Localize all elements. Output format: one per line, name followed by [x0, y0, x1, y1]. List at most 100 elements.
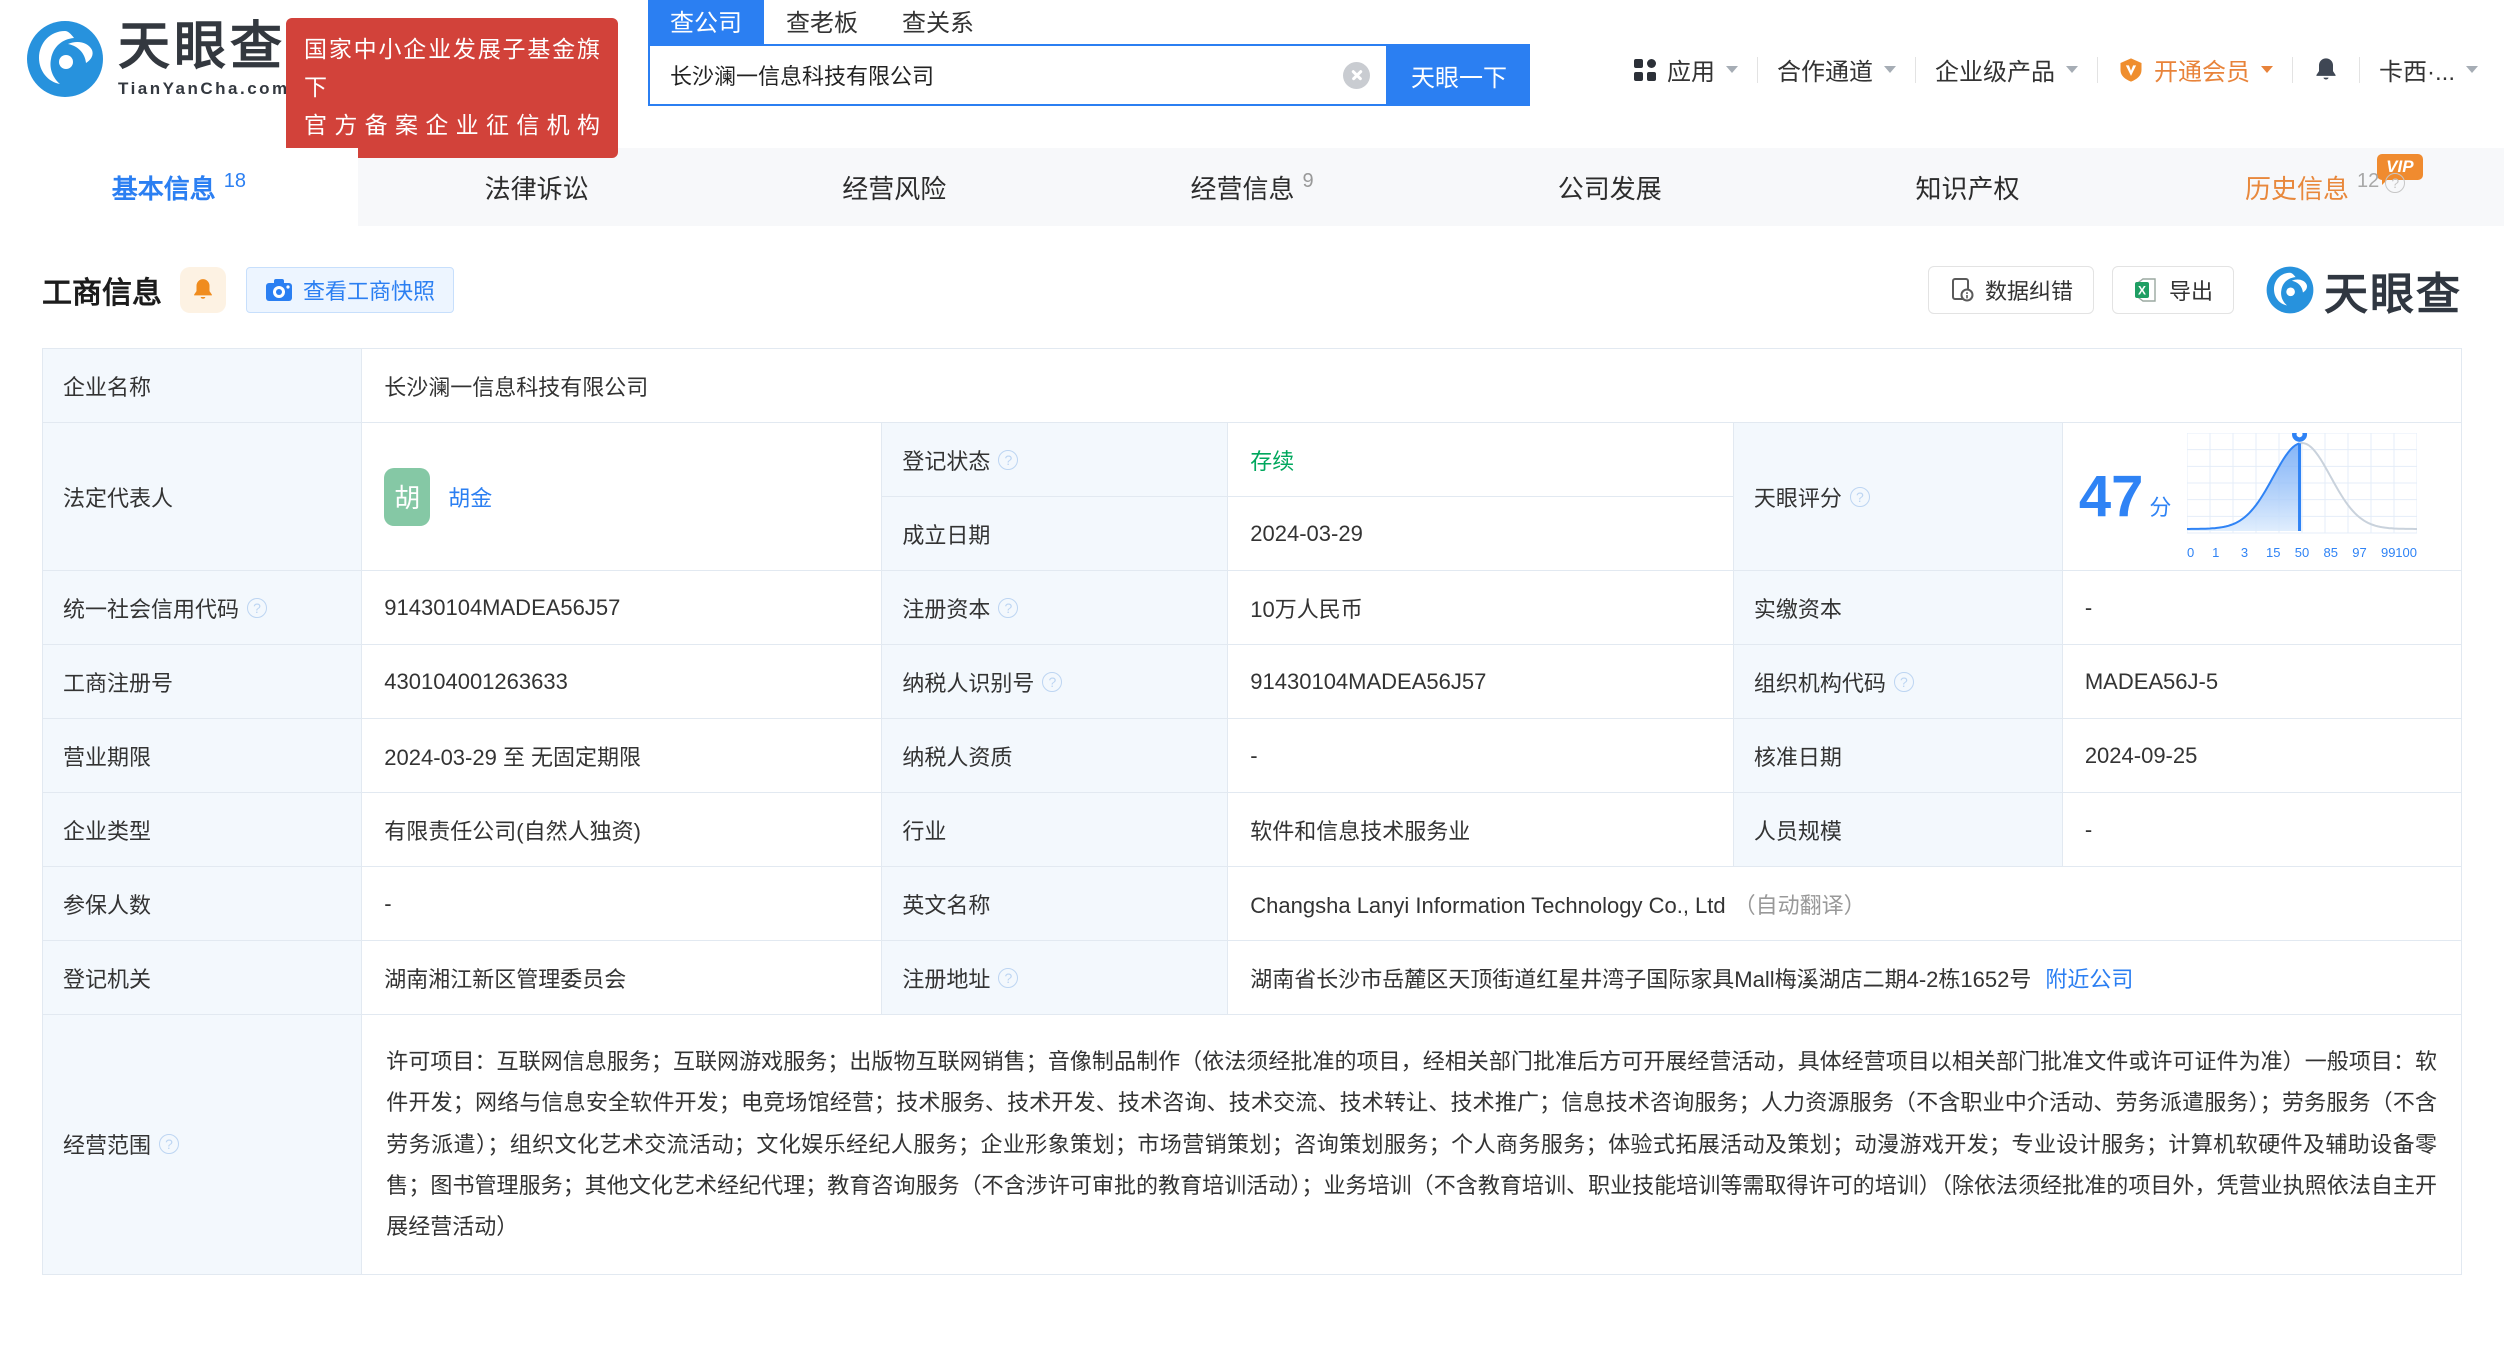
svg-text:100: 100 [2396, 545, 2418, 560]
help-icon[interactable] [1849, 486, 1870, 507]
field-value-business-scope: 许可项目：互联网信息服务；互联网游戏服务；出版物互联网销售；音像制品制作（依法须… [361, 1014, 2462, 1275]
tab-label: 公司发展 [1557, 173, 1662, 204]
field-value-company-type: 有限责任公司(自然人独资) [361, 792, 883, 867]
tab-operating-info[interactable]: 经营信息 9 [1073, 148, 1431, 226]
field-label: 企业类型 [63, 818, 152, 844]
legal-rep-link[interactable]: 胡金 [448, 481, 492, 513]
export-button[interactable]: X 导出 [2111, 266, 2234, 314]
chevron-down-icon [2066, 66, 2078, 73]
watermark-text: 天眼查 [2324, 270, 2462, 319]
field-label-legal-rep: 法定代表人 [41, 422, 363, 571]
chevron-down-icon [1884, 66, 1896, 73]
business-snapshot-button[interactable]: 查看工商快照 [246, 267, 455, 313]
reg-address: 湖南省长沙市岳麓区天顶街道红星井湾子国际家具Mall梅溪湖店二期4-2栋1652… [1250, 966, 2032, 992]
tab-label: 历史信息 [2245, 173, 2350, 204]
help-icon[interactable] [1893, 671, 1914, 692]
apps-grid-icon [1634, 58, 1656, 81]
divider [1757, 56, 1758, 83]
search-input[interactable] [650, 62, 1386, 88]
nav-enterprise-products[interactable]: 企业级产品 [1935, 52, 2078, 87]
field-value-business-term: 2024-03-29 至 无固定期限 [361, 718, 883, 793]
score-unit: 分 [2149, 494, 2172, 520]
nav-vip-membership[interactable]: 开通会员 [2117, 52, 2273, 87]
section-header: 工商信息 查看工商快照 数据纠错 X 导出 天眼查 [42, 258, 2462, 322]
nearby-companies-link[interactable]: 附近公司 [2045, 967, 2133, 992]
status-badge: 存续 [1250, 448, 1295, 474]
field-label-business-term: 营业期限 [41, 718, 363, 793]
field-value-reg-address: 湖南省长沙市岳麓区天顶街道红星井湾子国际家具Mall梅溪湖店二期4-2栋1652… [1227, 940, 2462, 1015]
search-tab-relation[interactable]: 查关系 [880, 0, 996, 44]
tab-history-info[interactable]: VIP 历史信息 12 [2146, 148, 2504, 226]
staff-size: - [2084, 816, 2093, 842]
field-label-staff-size: 人员规模 [1732, 792, 2063, 867]
tianyancha-logo-icon [2266, 266, 2314, 314]
field-label-credit-code: 统一社会信用代码 [41, 570, 363, 645]
help-icon[interactable] [998, 597, 1019, 618]
tab-count: 9 [1302, 169, 1314, 192]
nav-enterprise-products-label: 企业级产品 [1935, 59, 2055, 86]
header: 天眼查 TianYanCha.com 国家中小企业发展子基金旗下 官方备案企业征… [0, 0, 2504, 158]
tianyancha-logo[interactable]: 天眼查 TianYanCha.com [26, 20, 290, 99]
tab-company-development[interactable]: 公司发展 [1431, 148, 1789, 226]
table-row: 参保人数 - 英文名称 Changsha Lanyi Information T… [41, 866, 2462, 941]
search-tab-boss[interactable]: 查老板 [764, 0, 880, 44]
field-label-taxpayer-quality: 纳税人资质 [881, 718, 1229, 793]
company-type: 有限责任公司(自然人独资) [384, 818, 641, 844]
help-icon[interactable] [247, 597, 268, 618]
nav-notifications[interactable] [2312, 56, 2340, 84]
legal-rep-avatar[interactable]: 胡 [384, 467, 431, 526]
chevron-down-icon [2466, 66, 2478, 73]
monitor-bell-button[interactable] [180, 267, 226, 313]
field-label: 登记状态 [902, 448, 991, 474]
help-icon[interactable] [998, 449, 1019, 470]
field-label-taxpayer-id: 纳税人识别号 [881, 644, 1229, 719]
score-value: 47 [2078, 463, 2144, 529]
tab-basic-info[interactable]: 基本信息 18 [0, 148, 358, 226]
table-row: 工商注册号 430104001263633 纳税人识别号 91430104MAD… [41, 644, 2463, 719]
tab-operating-risk[interactable]: 经营风险 [715, 148, 1073, 226]
field-value-english-name: Changsha Lanyi Information Technology Co… [1227, 866, 2462, 941]
tab-intellectual-property[interactable]: 知识产权 [1789, 148, 2147, 226]
field-value-paid-capital: - [2061, 570, 2463, 645]
field-value-approval-date: 2024-09-25 [2061, 718, 2463, 793]
nav-user-menu[interactable]: 卡西·... [2379, 52, 2478, 87]
field-label-reg-status: 登记状态 [881, 422, 1229, 497]
nav-cooperation[interactable]: 合作通道 [1777, 52, 1896, 87]
divider [2097, 56, 2098, 83]
field-label: 参保人数 [63, 892, 152, 918]
field-value-insured-count: - [361, 866, 883, 941]
main-content: 工商信息 查看工商快照 数据纠错 X 导出 天眼查 企业名称 长沙澜一信息科技有… [0, 258, 2504, 1275]
clear-search-icon[interactable] [1343, 61, 1370, 89]
data-correction-icon [1951, 278, 1974, 302]
approval-date: 2024-09-25 [2084, 742, 2198, 768]
help-icon[interactable] [998, 967, 1019, 988]
field-value-est-date: 2024-03-29 [1227, 496, 1734, 571]
nav-apps[interactable]: 应用 [1632, 52, 1738, 87]
business-term: 2024-03-29 至 无固定期限 [384, 744, 642, 770]
search-tab-company[interactable]: 查公司 [648, 0, 764, 44]
field-label-paid-capital: 实缴资本 [1732, 570, 2063, 645]
search-submit-button[interactable]: 天眼一下 [1388, 44, 1530, 106]
svg-text:97: 97 [2353, 545, 2367, 560]
field-label-business-scope: 经营范围 [41, 1014, 363, 1275]
help-icon[interactable] [1042, 671, 1063, 692]
tab-legal-proceedings[interactable]: 法律诉讼 [358, 148, 716, 226]
reg-capital: 10万人民币 [1250, 596, 1363, 622]
company-name: 长沙澜一信息科技有限公司 [384, 374, 649, 400]
data-correction-button[interactable]: 数据纠错 [1927, 266, 2094, 314]
search-tabs: 查公司 查老板 查关系 [648, 0, 1530, 44]
table-row: 法定代表人 胡 胡金 登记状态 存续 天眼评分 [41, 422, 2463, 571]
search-box [648, 44, 1388, 106]
table-row: 统一社会信用代码 91430104MADEA56J57 注册资本 10万人民币 … [41, 570, 2463, 645]
chevron-down-icon [2261, 66, 2273, 73]
badge-line1: 国家中小企业发展子基金旗下 [304, 36, 600, 100]
nav-cooperation-label: 合作通道 [1777, 59, 1873, 86]
help-icon[interactable] [2385, 173, 2406, 193]
help-icon[interactable] [159, 1134, 180, 1155]
reg-authority: 湖南湘江新区管理委员会 [384, 966, 627, 992]
page: { "header": { "logo": { "name": "天眼查", "… [0, 0, 2504, 1364]
org-code: MADEA56J-5 [2084, 668, 2219, 694]
taxpayer-id: 91430104MADEA56J57 [1250, 668, 1487, 694]
table-row: 登记机关 湖南湘江新区管理委员会 注册地址 湖南省长沙市岳麓区天顶街道红星井湾子… [41, 940, 2462, 1015]
field-label: 注册资本 [902, 596, 991, 622]
